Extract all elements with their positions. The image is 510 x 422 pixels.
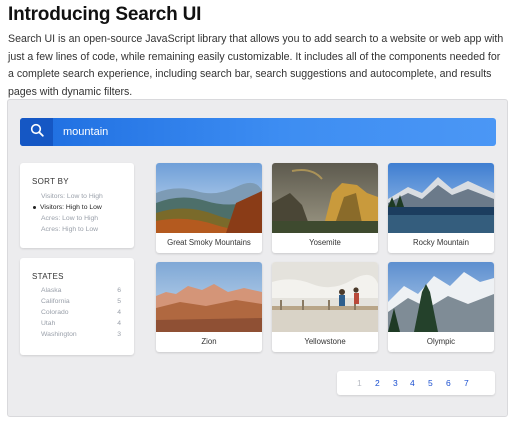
result-title: Yellowstone: [304, 337, 346, 346]
selected-dot-icon: [33, 205, 36, 209]
states-facet-panel: STATES Alaska 6 California 5 Colorado 4 Uta…: [20, 258, 134, 355]
result-title: Yosemite: [309, 238, 341, 247]
result-title: Zion: [201, 337, 217, 346]
result-title: Rocky Mountain: [413, 238, 469, 247]
state-filter-item[interactable]: Colorado 4: [41, 309, 121, 316]
state-count: 6: [117, 287, 121, 294]
state-count: 4: [117, 309, 121, 316]
search-bar[interactable]: mountain: [20, 118, 496, 146]
result-card[interactable]: Rocky Mountain: [388, 163, 494, 253]
page-link[interactable]: 3: [393, 378, 398, 388]
page-link[interactable]: 4: [410, 378, 415, 388]
state-name: California: [41, 298, 70, 305]
intro-paragraph: Search UI is an open-source JavaScript l…: [8, 33, 504, 98]
page-title: Introducing Search UI: [8, 4, 202, 25]
sort-option[interactable]: Visitors: Low to High: [41, 193, 103, 200]
result-card[interactable]: Olympic: [388, 262, 494, 352]
search-button[interactable]: [20, 118, 53, 146]
state-count: 3: [117, 331, 121, 338]
result-card[interactable]: Yellowstone: [272, 262, 378, 352]
state-filter-item[interactable]: Utah 4: [41, 320, 121, 327]
pagination: 1 2 3 4 5 6 7: [337, 371, 495, 395]
states-title: STATES: [32, 272, 64, 281]
result-title: Great Smoky Mountains: [167, 238, 251, 247]
sort-option-label: Visitors: High to Low: [40, 204, 102, 211]
result-card[interactable]: Zion: [156, 262, 262, 352]
result-image: [272, 262, 378, 332]
state-count: 5: [117, 298, 121, 305]
page-link[interactable]: 7: [464, 378, 469, 388]
search-input[interactable]: mountain: [63, 126, 108, 138]
sort-option[interactable]: Acres: High to Low: [41, 226, 98, 233]
sort-option[interactable]: Acres: Low to High: [41, 215, 98, 222]
search-demo-frame: mountain SORT BY Visitors: Low to High V…: [7, 99, 508, 417]
result-image: [388, 262, 494, 332]
result-image: [272, 163, 378, 233]
result-image: [388, 163, 494, 233]
sort-by-panel: SORT BY Visitors: Low to High Visitors: …: [20, 163, 134, 248]
state-filter-item[interactable]: Alaska 6: [41, 287, 121, 294]
state-filter-item[interactable]: California 5: [41, 298, 121, 305]
search-icon: [30, 123, 44, 142]
state-name: Alaska: [41, 287, 62, 294]
result-image: [156, 262, 262, 332]
page-link[interactable]: 6: [446, 378, 451, 388]
state-count: 4: [117, 320, 121, 327]
state-filter-item[interactable]: Washington 3: [41, 331, 121, 338]
state-name: Washington: [41, 331, 77, 338]
page-link-current[interactable]: 1: [357, 378, 362, 388]
sort-option-selected[interactable]: Visitors: High to Low: [33, 204, 102, 211]
page-link[interactable]: 5: [428, 378, 433, 388]
sort-by-title: SORT BY: [32, 177, 69, 186]
result-image: [156, 163, 262, 233]
state-name: Utah: [41, 320, 56, 327]
result-card[interactable]: Yosemite: [272, 163, 378, 253]
page-link[interactable]: 2: [375, 378, 380, 388]
state-name: Colorado: [41, 309, 69, 316]
result-title: Olympic: [426, 337, 456, 346]
result-card[interactable]: Great Smoky Mountains: [156, 163, 262, 253]
